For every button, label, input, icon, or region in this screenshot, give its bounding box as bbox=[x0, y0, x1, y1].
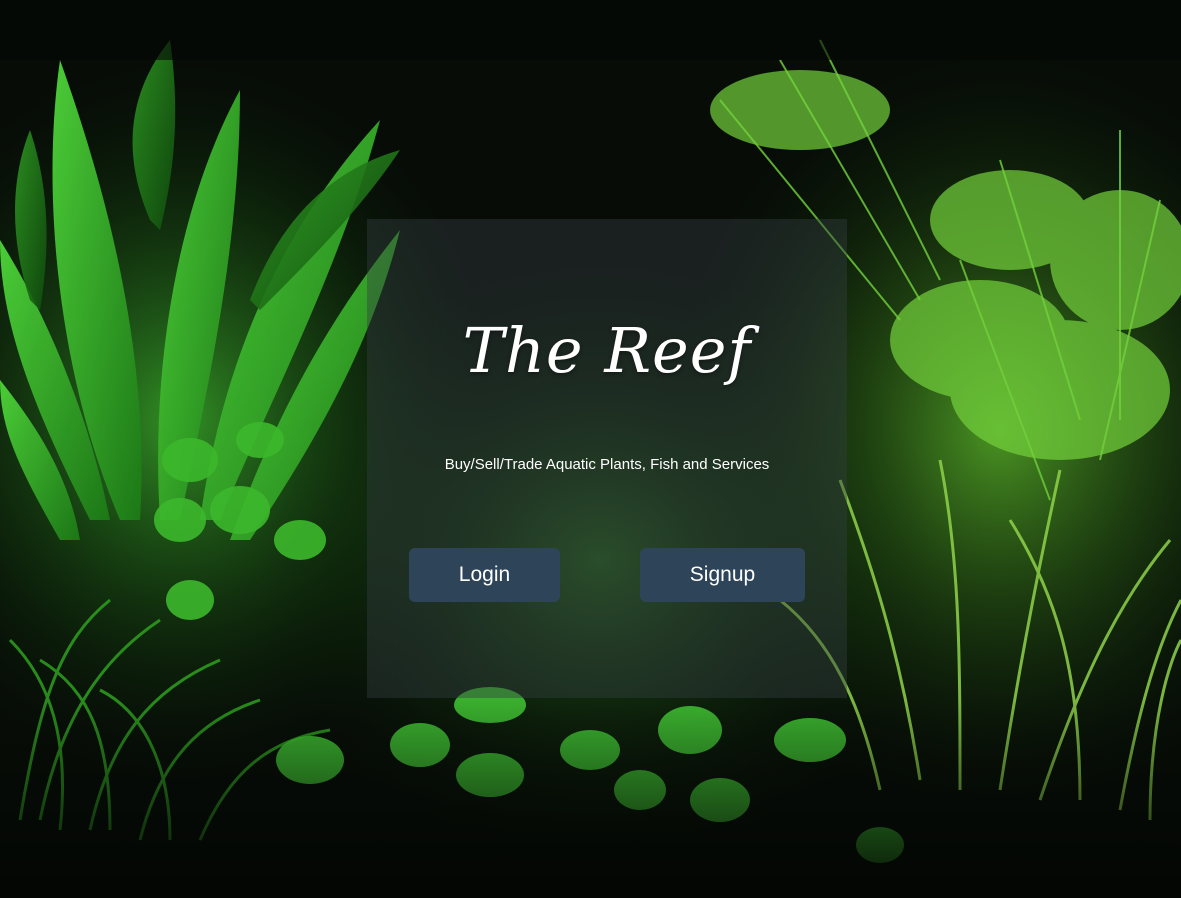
landing-page: The Reef Buy/Sell/Trade Aquatic Plants, … bbox=[0, 0, 1181, 898]
signup-button[interactable]: Signup bbox=[640, 548, 805, 602]
hero-panel: The Reef Buy/Sell/Trade Aquatic Plants, … bbox=[367, 219, 847, 698]
site-title: The Reef bbox=[462, 314, 752, 387]
site-tagline: Buy/Sell/Trade Aquatic Plants, Fish and … bbox=[444, 456, 770, 473]
login-button[interactable]: Login bbox=[409, 548, 560, 602]
